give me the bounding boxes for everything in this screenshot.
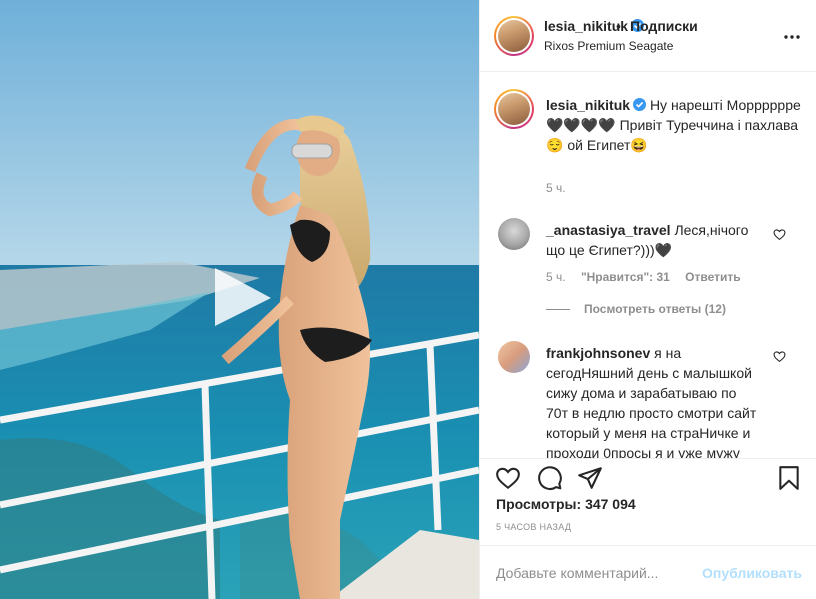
post-actions xyxy=(480,458,816,498)
comment-avatar[interactable] xyxy=(498,341,530,373)
post-sidebar: lesia_nikituk • Подписки Rixos Premium S… xyxy=(479,0,816,599)
views-label: Просмотры: xyxy=(496,496,582,512)
comment-meta: 5 ч. "Нравится": 31 Ответить xyxy=(546,270,753,284)
post-video[interactable] xyxy=(0,0,479,599)
view-replies-button[interactable]: Посмотреть ответы (12) xyxy=(546,302,726,316)
publish-button[interactable]: Опубликовать xyxy=(702,565,802,581)
comment-text: я на сегодНяшний день с малышкой сижу до… xyxy=(546,345,757,458)
comment-input[interactable] xyxy=(496,563,696,583)
verified-badge-icon xyxy=(633,98,647,111)
comment-like-heart-icon[interactable] xyxy=(773,350,786,363)
views-number: 347 094 xyxy=(585,496,636,512)
comment-username[interactable]: _anastasiya_travel xyxy=(546,222,671,238)
heart-icon[interactable] xyxy=(495,465,521,491)
instagram-post: lesia_nikituk • Подписки Rixos Premium S… xyxy=(0,0,816,599)
post-timestamp[interactable]: 5 часов назад xyxy=(496,522,571,532)
caption-avatar[interactable] xyxy=(494,89,534,129)
comment-likes[interactable]: "Нравится": 31 xyxy=(581,270,670,284)
post-header: lesia_nikituk • Подписки Rixos Premium S… xyxy=(480,0,816,72)
post-caption: lesia_nikituk Ну нарешті Морррррре🖤🖤🖤🖤 П… xyxy=(546,95,806,155)
author-avatar[interactable] xyxy=(494,16,534,56)
comment-icon[interactable] xyxy=(537,465,563,491)
more-horizontal-icon[interactable] xyxy=(782,27,802,47)
bookmark-icon[interactable] xyxy=(776,465,802,491)
caption-username[interactable]: lesia_nikituk xyxy=(546,97,630,113)
comment-time[interactable]: 5 ч. xyxy=(546,270,566,284)
comment-username[interactable]: frankjohnsonev xyxy=(546,345,650,361)
views-count[interactable]: Просмотры: 347 094 xyxy=(496,496,636,512)
reply-button[interactable]: Ответить xyxy=(685,270,740,284)
comment-like-heart-icon[interactable] xyxy=(773,228,786,241)
play-icon[interactable] xyxy=(207,262,277,332)
caption-time[interactable]: 5 ч. xyxy=(546,181,566,195)
view-replies-label[interactable]: Посмотреть ответы (12) xyxy=(584,302,726,316)
comment-body: frankjohnsonev я на сегодНяшний день с м… xyxy=(546,343,761,458)
share-icon[interactable] xyxy=(577,465,603,491)
comment-body: _anastasiya_travel Леся,нічого що це Єги… xyxy=(546,220,766,260)
following-button[interactable]: Подписки xyxy=(630,18,698,34)
location-link[interactable]: Rixos Premium Seagate xyxy=(544,39,673,53)
add-comment-form: Опубликовать xyxy=(480,545,816,599)
comments-list[interactable]: lesia_nikituk Ну нарешті Морррррре🖤🖤🖤🖤 П… xyxy=(480,73,816,458)
separator-dot: • xyxy=(616,18,621,34)
replies-divider xyxy=(546,308,570,310)
comment-avatar[interactable] xyxy=(498,218,530,250)
